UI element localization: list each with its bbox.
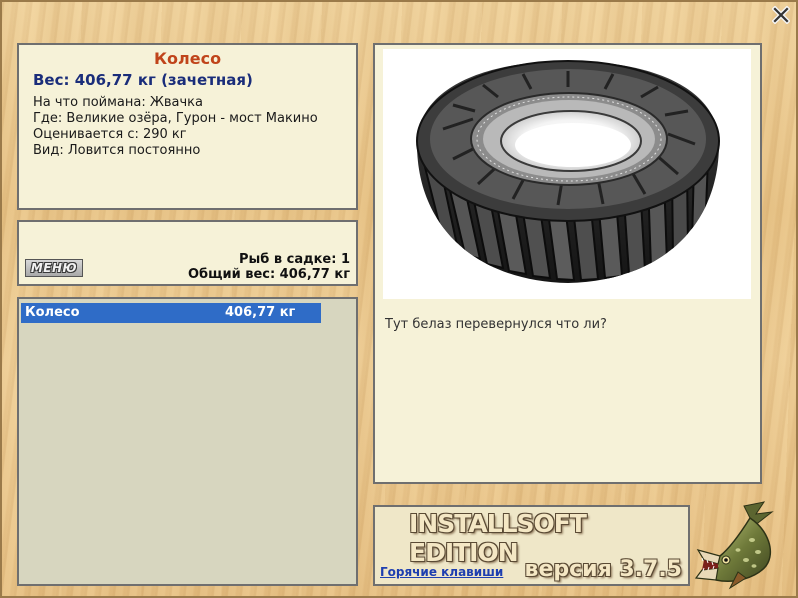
menu-button-label: МЕНЮ	[30, 261, 78, 275]
tire-image	[416, 60, 720, 283]
catch-list[interactable]: Колесо 406,77 кг	[17, 297, 358, 586]
fish-name: Колесо	[153, 49, 222, 68]
fish-info-panel: Колесо Вес: 406,77 кг (зачетная) На что …	[17, 43, 358, 210]
hotkeys-link[interactable]: Горячие клавиши	[380, 565, 503, 579]
list-item-weight: 406,77 кг	[225, 305, 296, 320]
edition-panel: INSTALLSOFT EDITION версия 3.7.5 Горячие…	[373, 505, 690, 586]
keepnet-summary-panel: МЕНЮ Рыб в садке: 1 Общий вес: 406,77 кг	[17, 220, 358, 286]
type-info: Вид: Ловится постоянно	[33, 143, 201, 158]
fish-count: Рыб в садке: 1	[238, 252, 350, 267]
close-icon	[771, 5, 791, 25]
list-item-name: Колесо	[25, 305, 80, 320]
menu-button[interactable]: МЕНЮ	[25, 259, 83, 277]
pike-logo	[694, 500, 782, 590]
list-item[interactable]: Колесо 406,77 кг	[21, 303, 321, 323]
fish-image-panel: Тут белаз перевернулся что ли?	[373, 43, 762, 484]
location-info: Где: Великие озёра, Гурон - мост Макино	[33, 111, 318, 126]
tire-photo	[383, 49, 751, 299]
close-button[interactable]	[771, 5, 791, 25]
bait-info: На что поймана: Жвачка	[33, 95, 203, 110]
value-info: Оценивается с: 290 кг	[33, 127, 187, 142]
fish-caption: Тут белаз перевернулся что ли?	[385, 317, 607, 332]
version-label: версия 3.7.5	[524, 557, 682, 582]
pike-fish-icon	[694, 501, 774, 590]
fish-weight: Вес: 406,77 кг (зачетная)	[33, 71, 253, 89]
total-weight: Общий вес: 406,77 кг	[187, 267, 350, 282]
